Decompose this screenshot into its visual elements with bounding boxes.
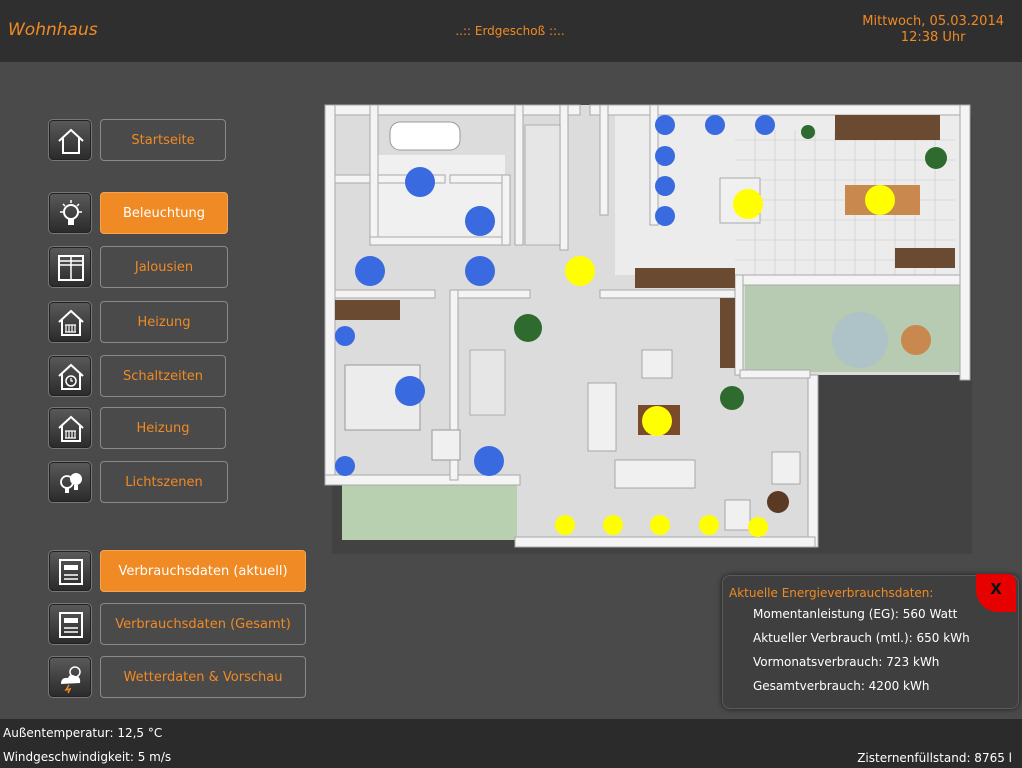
light-marker-on[interactable] — [650, 515, 670, 535]
garden-left — [342, 485, 517, 540]
light-marker-off[interactable] — [355, 256, 385, 286]
light-bulbs-icon[interactable] — [48, 461, 92, 503]
energy-panel: Aktuelle Energieverbrauchsdaten: Momenta… — [722, 575, 1019, 709]
time-text: 12:38 Uhr — [900, 30, 966, 45]
app-title: Wohnhaus — [8, 20, 98, 40]
light-marker-on[interactable] — [865, 185, 895, 215]
light-marker-on[interactable] — [733, 189, 763, 219]
light-marker-off[interactable] — [395, 376, 425, 406]
terrace-table — [832, 312, 888, 368]
wetterdaten-button[interactable]: Wetterdaten & Vorschau — [100, 656, 306, 698]
energy-total: Gesamtverbrauch: 4200 kWh — [753, 679, 930, 693]
schaltzeiten-button[interactable]: Schaltzeiten — [100, 355, 226, 397]
light-marker-off[interactable] — [405, 167, 435, 197]
cistern-level: Zisternenfüllstand: 8765 l — [857, 751, 1012, 765]
window-blinds-icon[interactable] — [48, 246, 92, 288]
verbrauchsdaten-gesamt-button[interactable]: Verbrauchsdaten (Gesamt) — [100, 603, 306, 645]
light-marker-off[interactable] — [335, 326, 355, 346]
light-marker-on[interactable] — [555, 515, 575, 535]
energy-monthly-usage: Aktueller Verbrauch (mtl.): 650 kWh — [753, 631, 970, 645]
verbrauchsdaten-aktuell-button[interactable]: Verbrauchsdaten (aktuell) — [100, 550, 306, 592]
light-marker-on[interactable] — [699, 515, 719, 535]
date-time: Mittwoch, 05.03.2014 12:38 Uhr — [862, 14, 1004, 46]
floor-title: ..:: Erdgeschoß ::.. — [455, 24, 565, 38]
light-marker-on[interactable] — [603, 515, 623, 535]
house-heating-icon[interactable] — [48, 407, 92, 449]
beleuchtung-button[interactable]: Beleuchtung — [100, 192, 228, 234]
bath-tub — [389, 121, 461, 151]
light-marker-off[interactable] — [655, 176, 675, 196]
energy-title: Aktuelle Energieverbrauchsdaten: — [729, 586, 934, 600]
startseite-button[interactable]: Startseite — [100, 119, 226, 161]
light-marker-off[interactable] — [705, 115, 725, 135]
light-marker-off[interactable] — [755, 115, 775, 135]
top-bar: Wohnhaus ..:: Erdgeschoß ::.. Mittwoch, … — [0, 0, 1022, 62]
status-bar: Außentemperatur: 12,5 °C Windgeschwindig… — [0, 719, 1022, 768]
floor-plan — [324, 104, 972, 554]
heizung-button-1[interactable]: Heizung — [100, 301, 228, 343]
heizung-button-2[interactable]: Heizung — [100, 407, 226, 449]
side-table — [767, 491, 789, 513]
house-heating-icon[interactable] — [48, 301, 92, 343]
wind-speed: Windgeschwindigkeit: 5 m/s — [3, 750, 172, 764]
light-marker-off[interactable] — [465, 206, 495, 236]
meter-icon[interactable] — [48, 603, 92, 645]
energy-current-power: Momentanleistung (EG): 560 Watt — [753, 607, 958, 621]
light-marker-off[interactable] — [655, 115, 675, 135]
jalousien-button[interactable]: Jalousien — [100, 246, 228, 288]
house-clock-icon[interactable] — [48, 355, 92, 397]
home-icon[interactable] — [48, 119, 92, 161]
light-marker-on[interactable] — [565, 256, 595, 286]
light-marker-on[interactable] — [748, 517, 768, 537]
date-text: Mittwoch, 05.03.2014 — [862, 14, 1004, 29]
energy-previous-month: Vormonatsverbrauch: 723 kWh — [753, 655, 940, 669]
light-bulb-icon[interactable] — [48, 192, 92, 234]
light-marker-off[interactable] — [474, 446, 504, 476]
terrace-chair-table — [901, 325, 931, 355]
light-marker-off[interactable] — [335, 456, 355, 476]
meter-icon[interactable] — [48, 550, 92, 592]
armchair — [431, 429, 461, 461]
light-marker-off[interactable] — [655, 146, 675, 166]
outside-temperature: Außentemperatur: 12,5 °C — [3, 726, 163, 740]
light-marker-off[interactable] — [655, 206, 675, 226]
light-marker-off[interactable] — [465, 256, 495, 286]
weather-icon[interactable] — [48, 656, 92, 698]
lichtszenen-button[interactable]: Lichtszenen — [100, 461, 228, 503]
light-marker-on[interactable] — [642, 406, 672, 436]
